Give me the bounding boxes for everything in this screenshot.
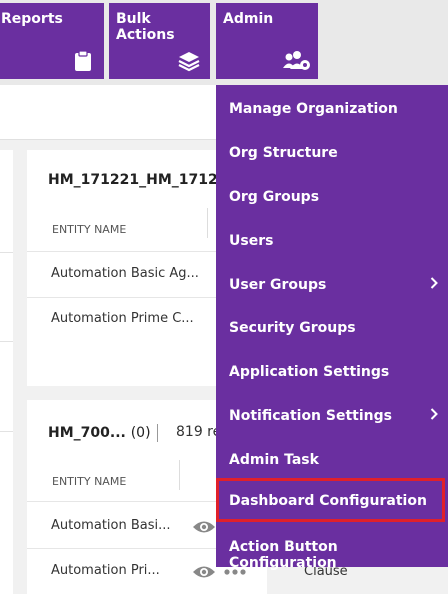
chevron-right-icon — [430, 408, 438, 420]
menu-item-notification-settings[interactable]: Notification Settings — [216, 393, 448, 437]
divider — [0, 252, 13, 253]
menu-item-user-groups[interactable]: User Groups — [216, 262, 448, 306]
menu-item-label: Manage Organization — [229, 101, 398, 117]
column-divider — [207, 208, 208, 238]
menu-item-application-settings[interactable]: Application Settings — [216, 349, 448, 393]
menu-item-label: Action Button Configuration — [229, 539, 338, 571]
divider — [156, 424, 158, 442]
menu-item-org-structure[interactable]: Org Structure — [216, 130, 448, 174]
menu-item-label: Org Structure — [229, 145, 338, 161]
menu-item-label: Admin Task — [229, 452, 319, 468]
users-gear-icon — [283, 51, 310, 70]
menu-item-manage-organization[interactable]: Manage Organization — [216, 86, 448, 130]
menu-item-security-groups[interactable]: Security Groups — [216, 305, 448, 349]
column-header-entity-name: ENTITY NAME — [52, 475, 127, 488]
eye-icon[interactable] — [192, 564, 216, 580]
table-row[interactable]: Automation Basic Ag... — [51, 266, 199, 281]
top-nav-bar: Reports Bulk Actions Admin — [0, 0, 448, 85]
records-count: 819 re — [176, 424, 222, 440]
left-panel-edge — [0, 150, 13, 594]
divider — [0, 431, 13, 432]
admin-tile[interactable]: Admin — [216, 3, 318, 79]
menu-item-users[interactable]: Users — [216, 218, 448, 262]
table-row[interactable]: Automation Basi... — [51, 518, 171, 533]
reports-label: Reports — [1, 11, 63, 27]
menu-item-action-button-configuration[interactable]: Action Button Configuration — [216, 524, 448, 571]
table-row[interactable]: Automation Prime C... — [51, 311, 194, 326]
card-title-text: HM_700... — [48, 425, 126, 441]
menu-item-label: Security Groups — [229, 320, 356, 336]
menu-item-label: Org Groups — [229, 189, 320, 205]
eye-icon[interactable] — [192, 519, 216, 535]
card-title: HM_171221_HM_1712 — [48, 172, 218, 188]
menu-item-label: Notification Settings — [229, 408, 392, 424]
reports-tile[interactable]: Reports — [0, 3, 104, 79]
layers-icon — [178, 52, 200, 72]
admin-label: Admin — [223, 11, 274, 27]
table-row[interactable]: Automation Pri... — [51, 563, 160, 578]
menu-item-label: Dashboard Configuration — [229, 493, 427, 509]
divider — [0, 341, 13, 342]
column-header-entity-name: ENTITY NAME — [52, 223, 127, 236]
bulk-actions-label: Bulk Actions — [116, 11, 175, 43]
chevron-right-icon — [430, 277, 438, 289]
menu-item-label: Users — [229, 233, 274, 249]
card-title: HM_700... (0) — [48, 424, 158, 442]
menu-item-label: User Groups — [229, 277, 327, 293]
menu-item-label: Application Settings — [229, 364, 390, 380]
clipboard-icon — [75, 50, 91, 71]
menu-item-org-groups[interactable]: Org Groups — [216, 174, 448, 218]
menu-item-dashboard-configuration[interactable]: Dashboard Configuration — [216, 478, 445, 522]
column-divider — [179, 460, 180, 490]
admin-dropdown-menu: Manage Organization Org Structure Org Gr… — [216, 85, 448, 571]
menu-item-admin-task[interactable]: Admin Task — [216, 437, 448, 481]
bulk-actions-tile[interactable]: Bulk Actions — [109, 3, 210, 79]
card-count: (0) — [130, 425, 151, 441]
